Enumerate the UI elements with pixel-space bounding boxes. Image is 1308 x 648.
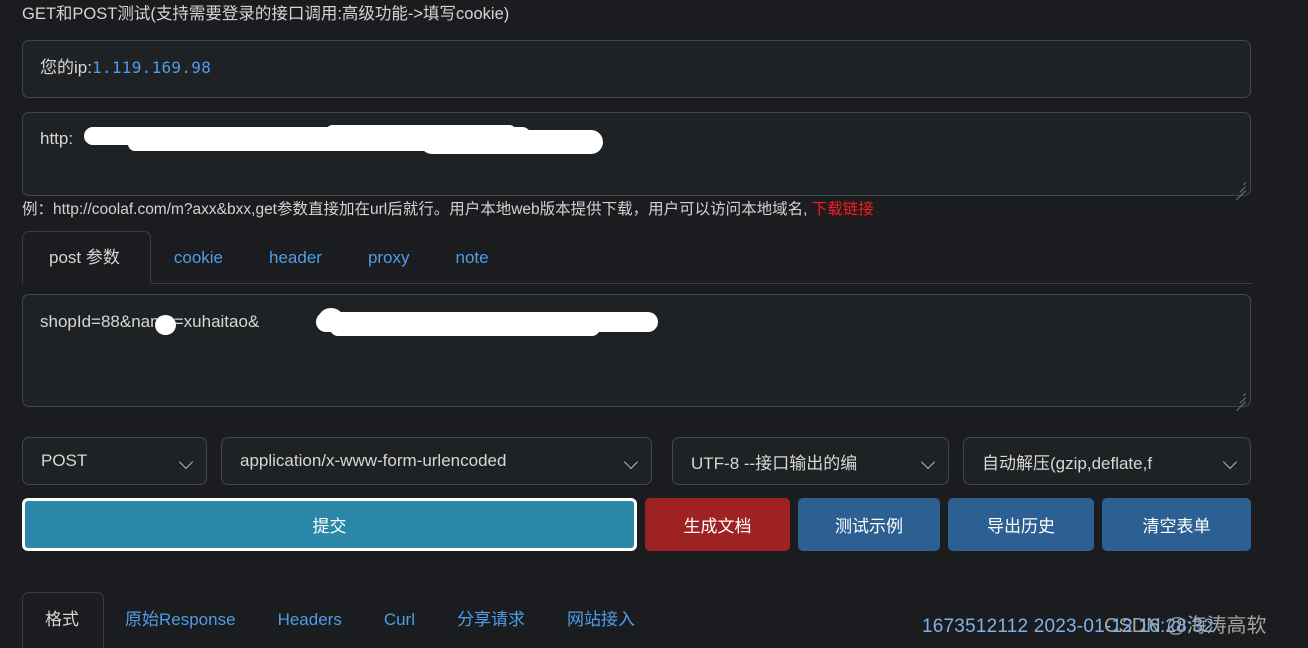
tab-post-params[interactable]: post 参数 — [22, 231, 151, 284]
tab-headers[interactable]: Headers — [257, 592, 363, 648]
ip-display-text: 您的ip:1.119.169.98 — [40, 57, 211, 79]
request-tabs: post 参数 cookie header proxy note — [22, 228, 1251, 284]
charset-select-value: UTF-8 --接口输出的编 — [691, 453, 858, 473]
chevron-down-icon — [1224, 457, 1238, 466]
url-hint-text: 例：http://coolaf.com/m?axx&bxx,get参数直接加在u… — [22, 201, 812, 218]
chevron-down-icon — [625, 457, 639, 466]
clear-form-button[interactable]: 清空表单 — [1102, 498, 1251, 551]
method-select-value: POST — [41, 451, 88, 470]
tab-note[interactable]: note — [433, 231, 512, 284]
resize-grip-icon[interactable] — [1232, 177, 1248, 201]
generate-doc-button[interactable]: 生成文档 — [645, 498, 790, 551]
compression-select-value: 自动解压(gzip,deflate,f — [982, 453, 1153, 473]
chevron-down-icon — [180, 457, 194, 466]
tab-header[interactable]: header — [246, 231, 345, 284]
download-link[interactable]: 下载链接 — [812, 201, 874, 218]
charset-select[interactable]: UTF-8 --接口输出的编 — [672, 437, 949, 485]
page-title: GET和POST测试(支持需要登录的接口调用:高级功能->填写cookie) — [22, 5, 510, 23]
submit-button[interactable]: 提交 — [22, 498, 637, 551]
post-body-value: shopId=88&name=xuhaitao& — [40, 312, 260, 331]
chevron-down-icon — [922, 457, 936, 466]
method-select[interactable]: POST — [22, 437, 207, 485]
ip-label: 您的ip: — [40, 58, 92, 77]
tab-cookie[interactable]: cookie — [151, 231, 246, 284]
resize-grip-icon[interactable] — [1232, 388, 1248, 412]
tab-format[interactable]: 格式 — [22, 592, 104, 648]
content-type-select[interactable]: application/x-www-form-urlencoded — [221, 437, 652, 485]
tab-curl[interactable]: Curl — [363, 592, 436, 648]
url-input[interactable] — [22, 112, 1251, 201]
content-type-select-value: application/x-www-form-urlencoded — [240, 451, 507, 470]
ip-value: 1.119.169.98 — [91, 58, 212, 77]
test-example-button[interactable]: 测试示例 — [798, 498, 940, 551]
page-root: GET和POST测试(支持需要登录的接口调用:高级功能->填写cookie) 您… — [0, 0, 1308, 648]
tab-site-access[interactable]: 网站接入 — [546, 592, 656, 648]
url-input-value: http: — [40, 129, 74, 148]
url-hint: 例：http://coolaf.com/m?axx&bxx,get参数直接加在u… — [22, 200, 874, 220]
response-timestamp: 1673512112 2023-01-12 16:28:32 — [922, 616, 1214, 637]
tab-proxy[interactable]: proxy — [345, 231, 433, 284]
tab-raw-response[interactable]: 原始Response — [104, 592, 257, 648]
export-history-button[interactable]: 导出历史 — [948, 498, 1094, 551]
tab-share-request[interactable]: 分享请求 — [436, 592, 546, 648]
compression-select[interactable]: 自动解压(gzip,deflate,f — [963, 437, 1251, 485]
